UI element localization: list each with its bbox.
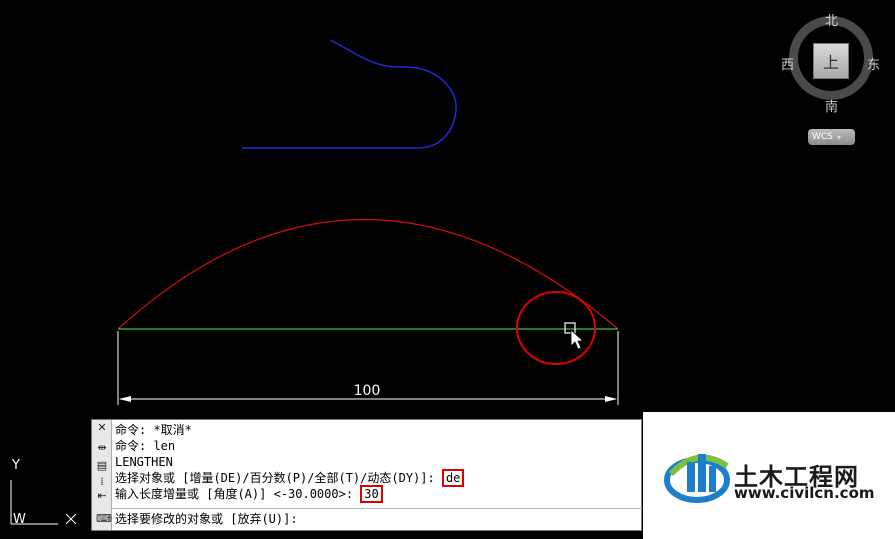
dots-icon: ⁞: [100, 475, 104, 488]
highlighted-input-30: 30: [360, 485, 383, 503]
wcs-label: WCS: [812, 132, 833, 142]
mouse-pointer-icon: [570, 329, 585, 350]
wcs-menu-button[interactable]: WCS ▾: [808, 129, 855, 145]
divider: [112, 508, 642, 509]
command-input[interactable]: 选择要修改的对象或 [放弃(U)]:: [115, 510, 635, 528]
options-icon[interactable]: ▤: [96, 460, 108, 472]
history-toggle-icon[interactable]: ⇤: [96, 490, 108, 502]
linear-dimension[interactable]: 100: [117, 331, 619, 405]
watermark: 土木工程网 www.civilcn.com: [643, 412, 895, 539]
compass-west[interactable]: 西: [781, 54, 794, 73]
highlighted-input-de: de: [441, 469, 465, 487]
history-text: 输入长度增量或 [角度(A)] <-30.0000>:: [115, 487, 361, 501]
compass-north[interactable]: 北: [825, 10, 838, 29]
viewcube[interactable]: 上 北 南 西 东 WCS ▾: [781, 10, 880, 150]
compass-east[interactable]: 东: [867, 54, 880, 73]
watermark-url: www.civilcn.com: [734, 484, 875, 502]
history-line: LENGTHEN: [115, 455, 173, 469]
ucs-y-label: Y: [12, 458, 20, 473]
pickbox-cursor: [564, 322, 576, 334]
dimension-text: 100: [354, 383, 381, 399]
red-arc[interactable]: [117, 219, 619, 330]
civilcn-logo-icon: [664, 454, 730, 503]
close-icon[interactable]: ✕: [96, 422, 108, 434]
compass-south[interactable]: 南: [825, 96, 838, 115]
history-line: 命令: len: [115, 439, 176, 453]
viewcube-top-face[interactable]: 上: [813, 43, 849, 79]
history-line: 输入长度增量或 [角度(A)] <-30.0000>: 30: [115, 485, 635, 503]
command-history: 命令: *取消* 命令: len LENGTHEN 选择对象或 [增量(DE)/…: [115, 422, 635, 503]
blue-polyline-curve[interactable]: [242, 39, 457, 149]
ucs-w-label: W: [13, 512, 26, 527]
customize-icon[interactable]: ⇹: [96, 442, 108, 454]
command-window[interactable]: ✕ ⇹ ▤ ⁞ ⇤ ⌨ 命令: *取消* 命令: len LENGTHEN 选择…: [91, 419, 642, 531]
ucs-icon: Y W: [8, 458, 88, 530]
chevron-down-icon: ▾: [836, 132, 841, 142]
highlight-circle: [516, 291, 596, 365]
history-text: 选择对象或 [增量(DE)/百分数(P)/全部(T)/动态(DY)]:: [115, 471, 442, 485]
command-window-sidebar: ✕ ⇹ ▤ ⁞ ⇤ ⌨: [92, 420, 112, 530]
history-line: 选择对象或 [增量(DE)/百分数(P)/全部(T)/动态(DY)]: de: [115, 469, 635, 487]
history-line: 命令: *取消*: [115, 423, 192, 437]
keyboard-icon[interactable]: ⌨: [96, 513, 112, 525]
